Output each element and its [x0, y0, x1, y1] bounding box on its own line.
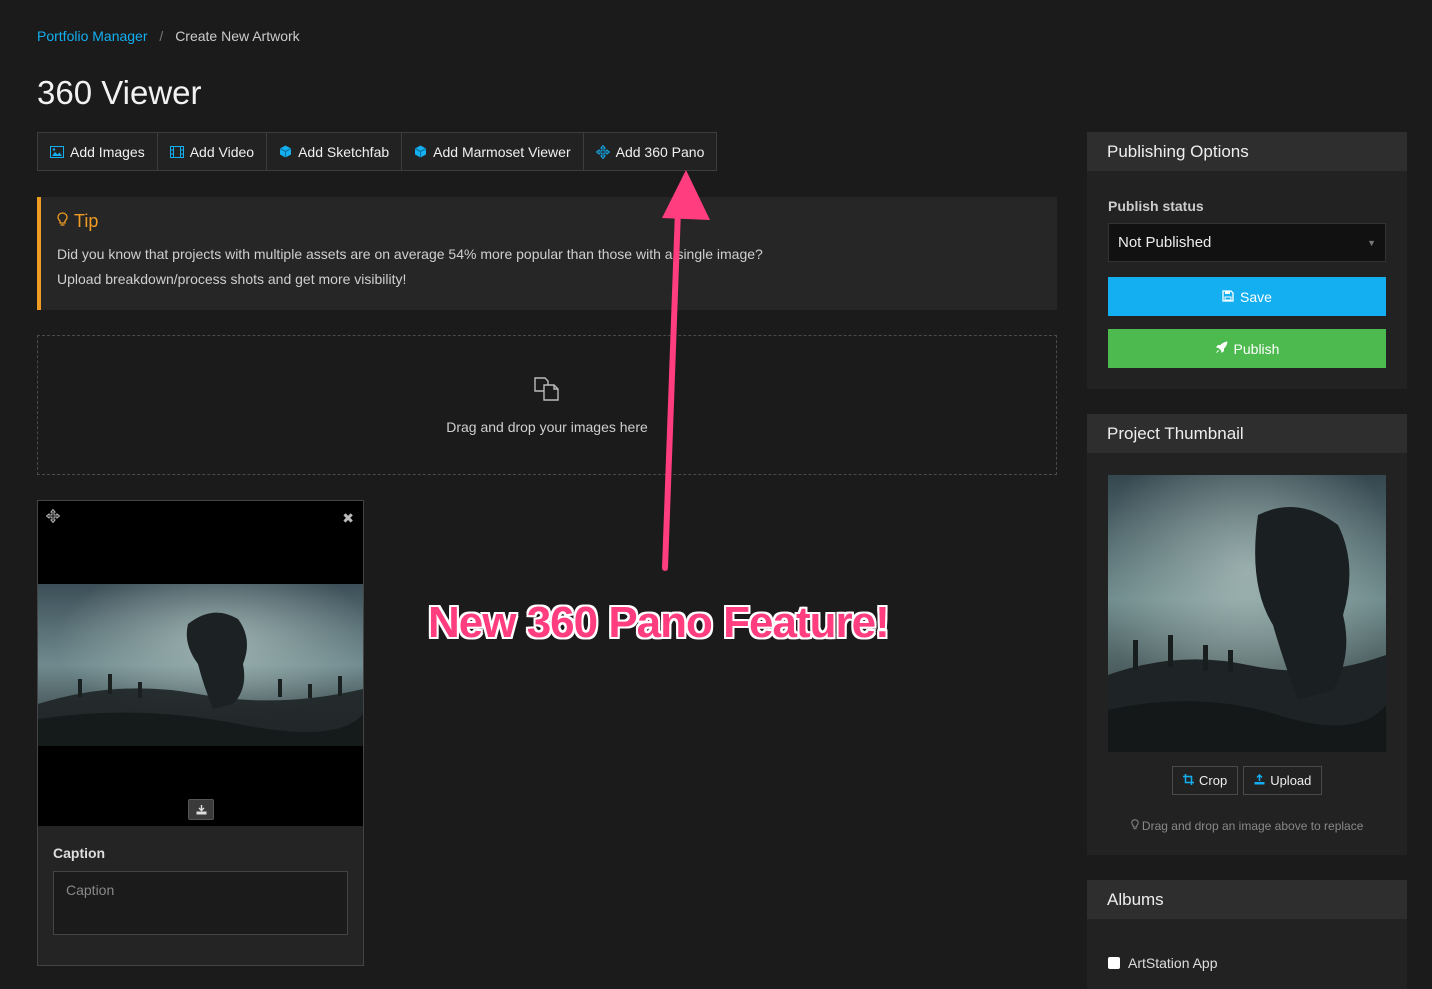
asset-card: ✖ Caption Caption: [37, 500, 364, 966]
add-video-label: Add Video: [189, 143, 255, 160]
add-images-label: Add Images: [70, 143, 145, 160]
chevron-down-icon: ▼: [1367, 237, 1376, 248]
crop-button[interactable]: Crop: [1172, 766, 1239, 795]
breadcrumb-portfolio-manager-link[interactable]: Portfolio Manager: [37, 28, 148, 44]
upload-icon: [1254, 773, 1265, 788]
pano-image: [38, 584, 363, 746]
caption-label: Caption: [53, 845, 106, 861]
thumbnail-hint: Drag and drop an image above to replace: [1087, 819, 1407, 833]
breadcrumb: Portfolio Manager / Create New Artwork: [37, 28, 300, 44]
project-thumbnail-panel: Project Thumbnail Crop Upload Drag and d…: [1087, 414, 1407, 855]
annotation-text: New 360 Pano Feature!: [428, 598, 890, 647]
add-sketchfab-label: Add Sketchfab: [298, 143, 390, 160]
download-icon[interactable]: [188, 799, 214, 820]
album-label: ArtStation App: [1128, 955, 1218, 971]
page-title: 360 Viewer: [37, 74, 202, 111]
publish-label: Publish: [1233, 340, 1280, 357]
tip-title: Tip: [74, 211, 99, 231]
add-video-button[interactable]: Add Video: [158, 133, 268, 170]
thumbnail-image[interactable]: [1108, 475, 1386, 752]
add-sketchfab-button[interactable]: Add Sketchfab: [267, 133, 403, 170]
add-360-pano-button[interactable]: Add 360 Pano: [584, 133, 717, 170]
remove-asset-icon[interactable]: ✖: [342, 510, 354, 527]
save-label: Save: [1240, 288, 1272, 305]
asset-media: ✖: [38, 501, 363, 826]
albums-panel: Albums ArtStation App: [1087, 880, 1407, 989]
add-marmoset-viewer-label: Add Marmoset Viewer: [433, 143, 571, 160]
tip-heading: Tip: [57, 211, 1041, 232]
image-dropzone[interactable]: Drag and drop your images here: [37, 335, 1057, 475]
breadcrumb-separator: /: [159, 28, 164, 44]
tip-line-2: Upload breakdown/process shots and get m…: [57, 271, 407, 287]
image-icon: [50, 145, 64, 158]
lightbulb-icon: [1130, 819, 1142, 833]
add-marmoset-viewer-button[interactable]: Add Marmoset Viewer: [402, 133, 584, 170]
film-icon: [169, 145, 184, 158]
add-360-pano-label: Add 360 Pano: [615, 143, 705, 160]
cube-icon: [414, 145, 427, 158]
thumbnail-actions: Crop Upload: [1172, 766, 1323, 795]
move-icon[interactable]: [45, 508, 61, 526]
project-thumbnail-title: Project Thumbnail: [1087, 414, 1407, 453]
rocket-icon: [1215, 341, 1228, 357]
crop-icon: [1183, 773, 1194, 788]
upload-label: Upload: [1270, 773, 1312, 788]
album-item[interactable]: ArtStation App: [1108, 955, 1218, 971]
publish-button[interactable]: Publish: [1108, 329, 1386, 368]
breadcrumb-current: Create New Artwork: [175, 28, 300, 44]
crop-label: Crop: [1199, 773, 1228, 788]
thumbnail-hint-text: Drag and drop an image above to replace: [1141, 819, 1364, 833]
cube-icon: [279, 145, 292, 158]
asset-toolbar: Add Images Add Video Add Sketchfab Add M…: [37, 132, 718, 171]
files-icon: [533, 376, 561, 409]
add-images-button[interactable]: Add Images: [38, 133, 158, 170]
publish-status-select[interactable]: Not Published ▼: [1108, 223, 1386, 262]
upload-button[interactable]: Upload: [1243, 766, 1323, 795]
lightbulb-icon: [57, 211, 68, 232]
tip-line-1: Did you know that projects with multiple…: [57, 246, 763, 262]
publish-status-value: Not Published: [1118, 234, 1212, 251]
caption-input[interactable]: [53, 871, 348, 935]
save-button[interactable]: Save: [1108, 277, 1386, 316]
publishing-options-panel: Publishing Options Publish status Not Pu…: [1087, 132, 1407, 389]
tip-box: Tip Did you know that projects with mult…: [37, 197, 1057, 310]
publish-status-label: Publish status: [1108, 198, 1204, 214]
floppy-disk-icon: [1222, 289, 1234, 305]
move-icon: [595, 144, 610, 159]
publishing-options-title: Publishing Options: [1087, 132, 1407, 171]
dropzone-text: Drag and drop your images here: [446, 418, 648, 435]
album-checkbox[interactable]: [1108, 957, 1120, 969]
albums-title: Albums: [1087, 880, 1407, 919]
